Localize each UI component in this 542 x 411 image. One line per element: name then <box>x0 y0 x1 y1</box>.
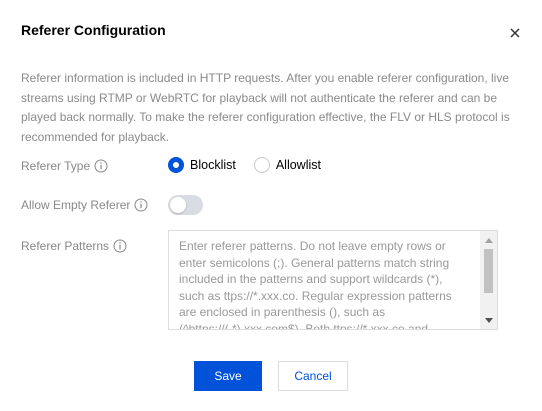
scrollbar-thumb[interactable] <box>484 249 493 293</box>
patterns-label-group: Referer Patterns <box>21 239 127 253</box>
radio-unchecked-icon[interactable] <box>253 157 270 173</box>
allow-empty-toggle[interactable] <box>168 195 203 215</box>
allow-empty-label-group: Allow Empty Referer <box>21 198 148 212</box>
info-icon[interactable] <box>113 239 127 253</box>
toggle-knob <box>170 197 186 213</box>
referer-type-label-group: Referer Type <box>21 159 108 173</box>
close-icon[interactable] <box>505 23 525 43</box>
info-icon[interactable] <box>134 198 148 212</box>
referer-configuration-dialog: Referer Configuration Referer informatio… <box>0 0 542 411</box>
description-text: Referer information is included in HTTP … <box>21 71 510 144</box>
radio-allowlist-label: Allowlist <box>275 158 321 172</box>
radio-checked-icon[interactable] <box>168 157 184 173</box>
radio-allowlist[interactable]: Allowlist <box>253 157 321 173</box>
patterns-textarea[interactable]: Enter referer patterns. Do not leave emp… <box>169 231 481 329</box>
patterns-label: Referer Patterns <box>21 239 110 253</box>
referer-type-radio-group: Blocklist Allowlist <box>168 157 321 173</box>
dialog-title: Referer Configuration <box>21 22 166 38</box>
textarea-scrollbar[interactable] <box>480 231 497 329</box>
radio-blocklist-label: Blocklist <box>190 158 236 172</box>
scroll-up-arrow-icon[interactable] <box>480 233 497 247</box>
scroll-down-arrow-icon[interactable] <box>480 313 497 327</box>
cancel-button[interactable]: Cancel <box>278 361 348 391</box>
referer-type-label: Referer Type <box>21 159 91 173</box>
radio-blocklist[interactable]: Blocklist <box>168 157 236 173</box>
save-button[interactable]: Save <box>194 361 262 391</box>
info-icon[interactable] <box>94 159 108 173</box>
patterns-textarea-wrapper: Enter referer patterns. Do not leave emp… <box>168 230 498 330</box>
allow-empty-label: Allow Empty Referer <box>21 198 131 212</box>
